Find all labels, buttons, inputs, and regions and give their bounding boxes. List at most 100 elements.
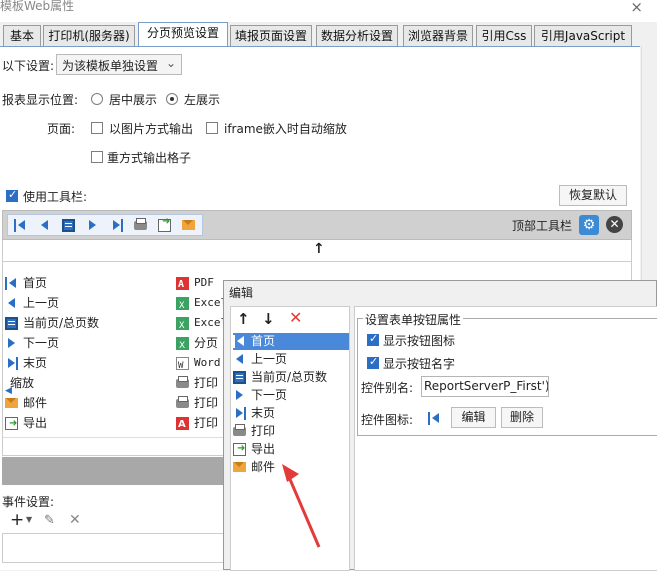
alias-input[interactable]: ReportServerP_First')}	[421, 376, 549, 397]
close-icon[interactable]: ×	[630, 0, 643, 16]
scope-select[interactable]: 为该模板单独设置 ⌄	[56, 54, 182, 75]
list-item[interactable]: 下一页	[5, 333, 59, 353]
list-item[interactable]: 缩放	[5, 373, 35, 401]
show-name-checkbox[interactable]	[367, 355, 379, 369]
list-label: 导出	[251, 442, 276, 456]
alias-label: 控件别名:	[361, 381, 414, 395]
remove-icon[interactable]: ✕	[289, 308, 302, 327]
prev-page-icon	[5, 297, 18, 310]
event-settings-label: 事件设置:	[2, 495, 55, 509]
list-item[interactable]: 导出	[5, 413, 47, 434]
mail-icon[interactable]	[179, 216, 197, 234]
list-item[interactable]: 当前页/总页数	[233, 369, 349, 386]
alias-value: ReportServerP_First')}	[424, 379, 549, 393]
show-name-label: 显示按钮名字	[383, 357, 456, 371]
export-icon[interactable]	[155, 216, 173, 234]
list-item[interactable]: 首页	[233, 333, 349, 350]
tab-css[interactable]: 引用Css	[476, 25, 532, 47]
last-page-icon	[5, 357, 18, 370]
group-title: 设置表单按钮属性	[363, 311, 464, 328]
button-label: Word	[194, 356, 221, 369]
restore-default-button[interactable]: 恢复默认	[559, 185, 627, 206]
list-item[interactable]: 上一页	[5, 293, 59, 313]
list-label: 邮件	[251, 460, 276, 474]
excel-icon	[176, 316, 189, 336]
page-count-icon	[5, 317, 18, 330]
move-bar: ↑	[2, 240, 632, 262]
move-up-icon[interactable]: ↑	[313, 241, 325, 257]
top-toolbar-label: 顶部工具栏	[512, 219, 573, 233]
button-label: 缩放	[10, 376, 35, 390]
tab-fill-page[interactable]: 填报页面设置	[230, 25, 312, 47]
remove-toolbar-icon[interactable]: ✕	[606, 216, 623, 233]
list-item[interactable]: 邮件	[5, 393, 47, 413]
edit-dialog: 编辑 ↑ ↓ ✕ 首页 上一页 当前页/总页数 下一页 末页 打印 导出 邮件 …	[223, 280, 657, 571]
list-label: 打印	[251, 424, 276, 438]
position-left-label: 左展示	[184, 93, 221, 107]
list-item[interactable]: 末页	[233, 405, 349, 422]
excel-icon	[176, 336, 189, 356]
add-icon[interactable]: +	[10, 510, 24, 530]
list-item[interactable]: 上一页	[233, 351, 349, 368]
list-item[interactable]: Excel	[176, 313, 227, 336]
tab-page-preview[interactable]: 分页预览设置	[138, 22, 228, 48]
list-item[interactable]: 分页	[176, 333, 218, 356]
gear-icon[interactable]: ⚙	[579, 215, 599, 235]
dialog-button-list: ↑ ↓ ✕ 首页 上一页 当前页/总页数 下一页 末页 打印 导出 邮件	[230, 306, 350, 571]
first-page-icon[interactable]	[11, 216, 29, 234]
edit-button[interactable]: 编辑	[451, 407, 496, 428]
list-item[interactable]: Word	[176, 353, 221, 376]
list-item[interactable]: 下一页	[233, 387, 349, 404]
delete-button[interactable]: 删除	[501, 407, 543, 428]
button-label: 末页	[23, 356, 48, 370]
move-down-icon[interactable]: ↓	[262, 310, 275, 328]
position-left-radio[interactable]	[166, 93, 178, 105]
page-count-icon[interactable]	[59, 216, 77, 234]
list-label: 下一页	[251, 388, 288, 402]
image-mode-checkbox[interactable]	[91, 122, 103, 134]
edit-icon[interactable]: ✎	[44, 513, 55, 528]
image-mode-label: 以图片方式输出	[109, 122, 194, 136]
first-page-icon	[233, 335, 246, 348]
iframe-zoom-checkbox[interactable]	[206, 122, 218, 134]
button-label: 当前页/总页数	[23, 316, 100, 330]
list-item[interactable]: 打印	[176, 393, 218, 413]
mail-icon	[5, 397, 18, 408]
tab-browser-bg[interactable]: 浏览器背景	[403, 25, 473, 47]
red-arrow-annotation	[282, 464, 321, 548]
button-label: 上一页	[23, 296, 60, 310]
list-item[interactable]: 首页	[5, 273, 47, 293]
list-item[interactable]: 打印	[176, 373, 218, 393]
toolbar-icon-strip	[7, 214, 203, 236]
tab-data-analysis[interactable]: 数据分析设置	[316, 25, 398, 47]
pdf-print-icon	[176, 415, 189, 435]
button-properties-group: 设置表单按钮属性 显示按钮图标 显示按钮名字 控件别名: ReportServe…	[357, 311, 657, 436]
delete-icon[interactable]: ✕	[69, 512, 81, 528]
position-center-radio[interactable]	[91, 93, 103, 105]
next-page-icon	[233, 389, 246, 402]
use-toolbar-checkbox[interactable]	[6, 188, 18, 202]
last-page-icon[interactable]	[107, 216, 125, 234]
list-item[interactable]: 当前页/总页数	[5, 313, 99, 333]
tab-javascript[interactable]: 引用JavaScript	[534, 25, 632, 47]
list-item[interactable]: 末页	[5, 353, 47, 373]
grid-output-checkbox[interactable]	[91, 151, 103, 163]
move-up-icon[interactable]: ↑	[237, 310, 250, 328]
list-item[interactable]: 打印	[233, 423, 349, 440]
title-bar: 模板Web属性 ×	[0, 0, 657, 22]
show-icon-checkbox[interactable]	[367, 332, 379, 346]
next-page-icon[interactable]	[83, 216, 101, 234]
position-center-label: 居中展示	[109, 93, 158, 107]
tab-printer[interactable]: 打印机(服务器)	[43, 25, 135, 47]
scrollbar[interactable]	[641, 46, 657, 280]
print-icon[interactable]	[131, 216, 149, 234]
list-item[interactable]: 打印	[176, 413, 218, 435]
mail-icon	[233, 461, 246, 472]
prev-page-icon[interactable]	[35, 216, 53, 234]
scope-label: 以下设置:	[2, 59, 55, 73]
list-item[interactable]: Excel	[176, 293, 227, 316]
tab-basic[interactable]: 基本	[3, 25, 41, 47]
list-item[interactable]: PDF	[176, 273, 214, 295]
use-toolbar-label: 使用工具栏:	[23, 190, 88, 204]
chevron-down-icon[interactable]: ▼	[26, 515, 32, 524]
